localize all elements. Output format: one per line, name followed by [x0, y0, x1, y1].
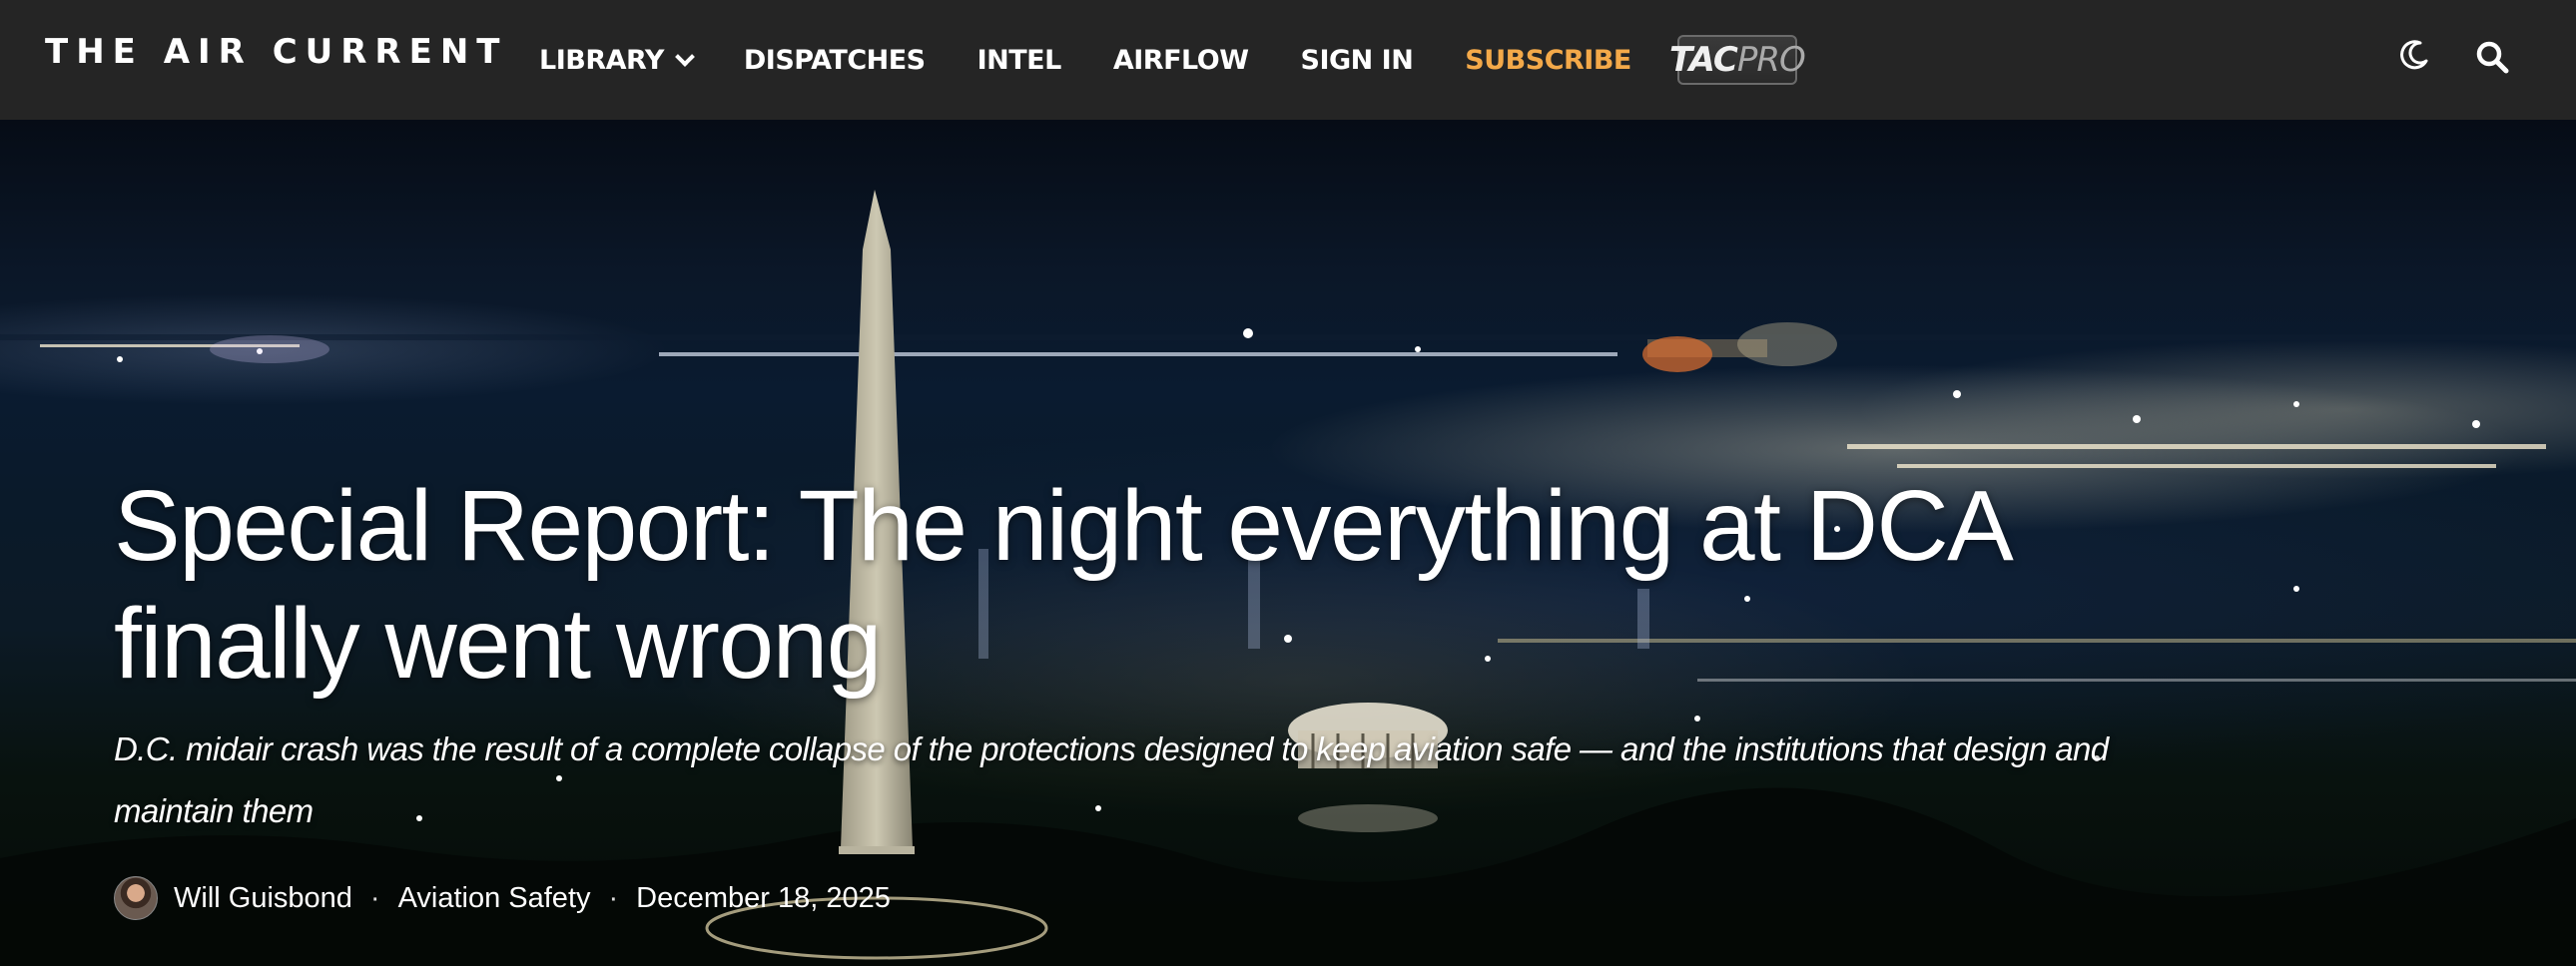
article-dek: D.C. midair crash was the result of a co… — [114, 730, 2109, 829]
article-headline: Special Report: The night everything at … — [114, 470, 2008, 700]
publish-date: December 18, 2025 — [636, 881, 891, 914]
article-byline: Will Guisbond · Aviation Safety · Decemb… — [114, 876, 891, 920]
byline-separator: · — [369, 881, 380, 914]
nav-airflow[interactable]: AIRFLOW — [1113, 45, 1249, 76]
nav-sign-in[interactable]: SIGN IN — [1301, 45, 1414, 76]
tac-pro-badge[interactable]: TAC PRO — [1669, 35, 1806, 85]
tac-pro-tac: TAC — [1669, 40, 1738, 80]
tac-pro-pro: PRO — [1736, 40, 1806, 80]
nav-library-label: LIBRARY — [539, 44, 664, 76]
main-menu: LIBRARY DISPATCHES INTEL AIRFLOW SIGN IN… — [539, 0, 1806, 120]
hero-section: Special Report: The night everything at … — [0, 120, 2576, 966]
search-icon[interactable] — [2473, 38, 2513, 78]
nav-library[interactable]: LIBRARY — [539, 44, 695, 76]
author-avatar[interactable] — [114, 876, 158, 920]
nav-dispatches[interactable]: DISPATCHES — [744, 45, 926, 76]
site-logo[interactable]: THE AIR CURRENT — [45, 32, 508, 72]
nav-intel[interactable]: INTEL — [977, 45, 1062, 76]
top-nav: THE AIR CURRENT LIBRARY DISPATCHES INTEL… — [0, 0, 2576, 120]
author-link[interactable]: Will Guisbond — [174, 882, 352, 915]
nav-subscribe[interactable]: SUBSCRIBE — [1465, 45, 1631, 76]
moon-icon[interactable] — [2394, 35, 2434, 75]
byline-separator: · — [608, 881, 619, 914]
category-link[interactable]: Aviation Safety — [398, 882, 591, 915]
chevron-down-icon — [674, 47, 695, 67]
